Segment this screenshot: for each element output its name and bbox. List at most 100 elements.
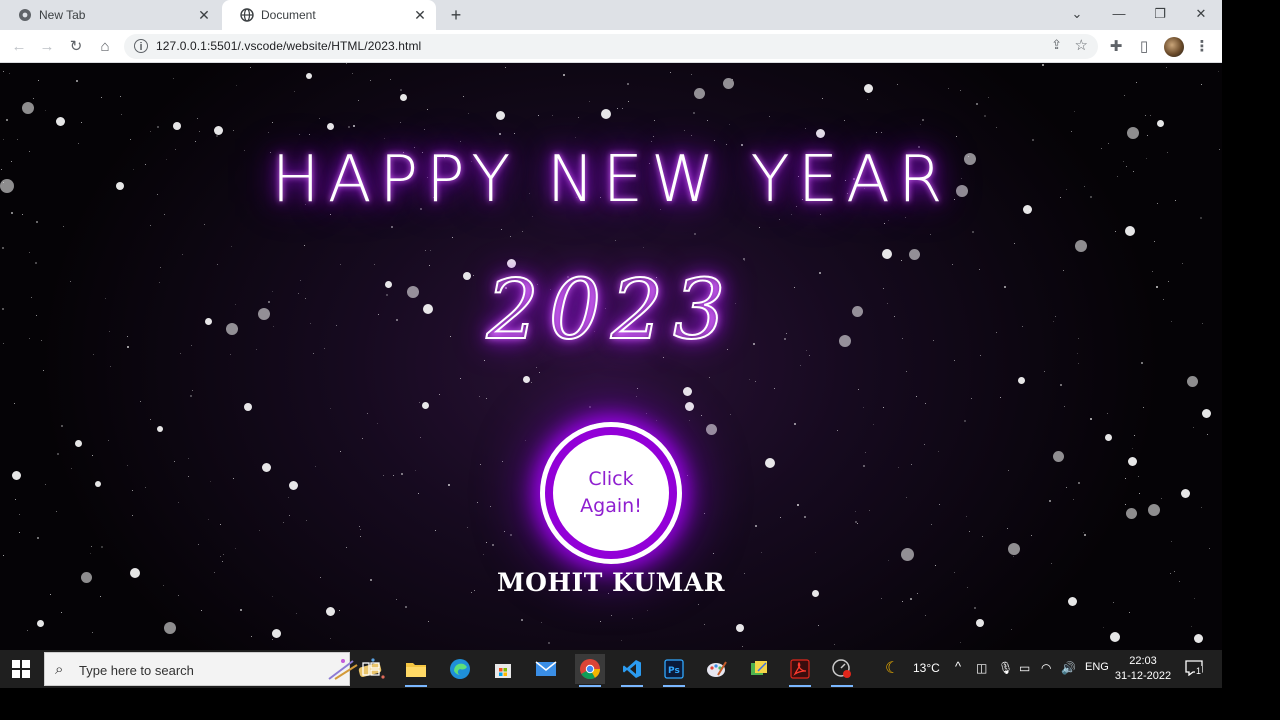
home-icon[interactable]: ⌂ [95,37,115,57]
reload-icon[interactable]: ↻ [66,37,86,57]
tab-document[interactable]: Document ✕ [222,0,436,30]
close-tab-icon[interactable]: ✕ [412,7,428,23]
minimize-icon[interactable]: — [1108,4,1130,24]
star-dust [521,619,523,621]
star-dust [370,80,371,81]
star-dust [865,452,866,453]
bookmark-star-icon[interactable]: ☆ [1075,36,1088,54]
edge-browser-icon[interactable] [445,654,475,684]
web-page: HAPPY NEW YEAR 2023 Click Again! MOHIT K… [0,63,1222,650]
photoshop-icon[interactable]: Ps [659,654,689,687]
star-dust [548,642,550,644]
back-arrow-icon[interactable]: ← [9,37,29,57]
star-dust [589,101,590,102]
snowflake [22,102,34,114]
star-dust [272,639,273,640]
close-tab-icon[interactable]: ✕ [196,7,212,23]
close-window-icon[interactable]: ✕ [1190,4,1212,24]
star-dust [769,116,770,117]
star-dust [800,365,801,366]
info-icon[interactable]: i [134,39,148,53]
snowflake [900,547,914,561]
microphone-icon[interactable]: 🎙 [998,661,1013,675]
profile-avatar[interactable] [1164,37,1184,57]
star-dust [61,425,63,427]
input-language[interactable]: ENG [1085,661,1109,673]
star-dust [396,599,397,600]
wifi-icon[interactable]: ◠ [1041,661,1051,675]
star-dust [897,84,898,85]
new-tab-button[interactable]: + [446,5,466,25]
address-bar[interactable]: i 127.0.0.1:5501/.vscode/website/HTML/20… [124,34,1098,59]
tab-new-tab[interactable]: New Tab ✕ [0,0,220,30]
star-dust [190,395,192,397]
vscode-icon[interactable] [617,654,647,687]
restore-icon[interactable]: ❐ [1149,4,1171,24]
star-dust [536,367,537,368]
clock-date: 31-12-2022 [1114,670,1172,682]
star-dust [755,525,757,527]
star-dust [621,640,622,641]
star-dust [1171,541,1172,542]
star-dust [19,514,20,515]
star-dust [419,402,420,403]
star-dust [563,74,565,76]
windows-start-icon[interactable] [12,660,30,678]
star-dust [972,231,974,233]
star-dust [1066,487,1067,488]
file-explorer-icon[interactable] [401,654,431,687]
star-dust [1042,64,1044,66]
paint-icon[interactable] [702,654,732,684]
forward-arrow-icon[interactable]: → [37,37,57,57]
star-dust [359,526,360,527]
weather-temperature[interactable]: 13°C [913,661,940,675]
star-dust [1049,500,1051,502]
chrome-taskbar-icon[interactable] [575,654,605,687]
screen-recorder-icon[interactable] [827,654,857,687]
star-dust [1147,135,1148,136]
extensions-icon[interactable]: ✚ [1106,37,1126,57]
star-dust [514,133,515,134]
sticky-notes-icon[interactable] [744,654,774,684]
meet-now-icon[interactable]: ◫ [976,661,987,675]
tab-search-chevron-icon[interactable]: ⌄ [1066,4,1088,24]
taskbar-search-box[interactable]: ⌕ Type here to search [44,652,385,686]
star-dust [637,388,638,389]
star-dust [988,97,989,98]
star-dust [29,252,30,253]
star-dust [192,390,193,391]
show-hidden-icons-chevron-icon[interactable]: ^ [955,659,961,674]
star-dust [480,464,481,465]
volume-icon[interactable]: 🔊 [1061,661,1076,675]
task-view-icon[interactable] [356,654,386,684]
star-dust [898,467,899,468]
click-again-button[interactable]: Click Again! [540,422,682,564]
star-dust [173,78,174,79]
snowflake [1052,450,1064,462]
mail-icon[interactable] [531,654,561,684]
side-panel-icon[interactable]: ▯ [1134,37,1154,57]
notification-center-icon[interactable]: 1 [1185,660,1203,677]
star-dust [1136,82,1137,83]
taskbar-clock[interactable]: 22:03 31-12-2022 [1112,654,1174,684]
star-dust [486,398,487,399]
star-dust [223,554,224,555]
star-dust [250,67,251,68]
star-dust [670,72,671,73]
star-dust [222,561,223,562]
acrobat-icon[interactable] [785,654,815,687]
star-dust [1134,435,1135,436]
star-dust [691,74,692,75]
battery-icon[interactable]: ▭ [1019,661,1030,675]
star-dust [1103,627,1104,628]
share-icon[interactable]: ⇪ [1051,37,1062,53]
snowflake [522,375,530,383]
microsoft-store-icon[interactable] [488,654,518,684]
star-dust [654,120,655,121]
weather-moon-icon[interactable]: ☾ [885,658,899,678]
star-dust [834,644,835,645]
click-again-button-face[interactable]: Click Again! [553,435,669,551]
star-dust [713,553,714,554]
menu-kebab-icon[interactable]: ⋮ [1192,37,1212,57]
star-dust [1129,612,1130,613]
